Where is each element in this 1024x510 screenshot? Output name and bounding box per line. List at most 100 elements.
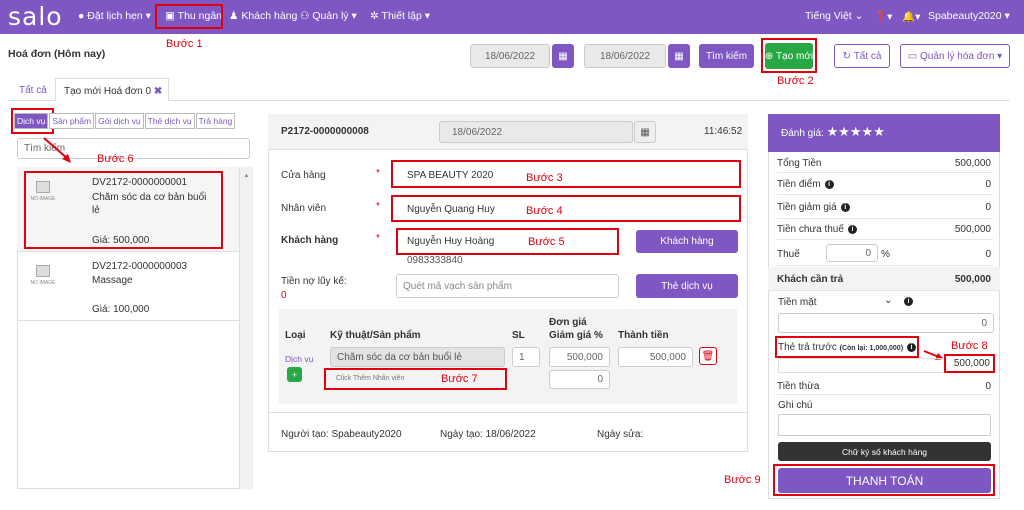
tab-returns[interactable]: Trả hàng xyxy=(195,113,236,129)
nav-customers[interactable]: ♟ Khách hàng xyxy=(229,10,297,22)
cash-input[interactable]: 0 xyxy=(778,313,994,333)
nav-management[interactable]: ⚇ Quản lý ▾ xyxy=(300,10,357,22)
debt-value: 0 xyxy=(281,290,287,301)
language-selector[interactable]: Tiếng Việt ⌄ xyxy=(805,10,863,22)
service-card-button[interactable]: Thẻ dịch vụ xyxy=(636,274,738,298)
no-image-icon: NO IMAGE xyxy=(30,181,56,211)
help-menu[interactable]: ❓▾ xyxy=(874,10,892,23)
pay-button[interactable]: THANH TOÁN xyxy=(778,468,991,493)
calendar-icon[interactable]: ▦ xyxy=(552,44,574,68)
staff-select[interactable]: Nguyễn Quang Huy xyxy=(407,204,495,215)
date-to-input[interactable]: 18/06/2022 xyxy=(584,44,666,68)
tab-services[interactable]: Dịch vụ xyxy=(14,113,49,129)
list-scrollbar[interactable]: ▲ xyxy=(239,167,253,489)
required-mark: * xyxy=(376,168,380,179)
col-tech: Kỹ thuật/Sản phẩm xyxy=(330,330,421,341)
cash-label: Tiền mặt xyxy=(778,297,817,308)
all-invoices-button[interactable]: ↻ Tất cả xyxy=(834,44,890,68)
left-tabs: Dịch vụ Sản phẩm Gói dịch vụ Thẻ dịch vụ… xyxy=(14,113,236,129)
note-textarea[interactable] xyxy=(778,414,991,436)
new-invoice-button[interactable]: ⊕ Tạo mới xyxy=(765,43,813,69)
col-type: Loại xyxy=(285,330,306,341)
step6-arrow xyxy=(43,137,71,163)
no-image-icon: NO IMAGE xyxy=(30,265,56,295)
nav-settings[interactable]: ✲ Thiết lập ▾ xyxy=(370,10,430,22)
cogs-icon: ✲ xyxy=(370,10,379,22)
star-icons[interactable]: ★★★★★ xyxy=(827,124,885,139)
change-row: Tiền thừa 0 xyxy=(777,376,993,395)
info-icon: i xyxy=(824,179,834,189)
discount-row: Tiền giảm giá i 0 xyxy=(777,197,993,219)
tab-service-packages[interactable]: Gói dịch vụ xyxy=(95,113,144,129)
signature-button[interactable]: Chữ ký số khách hàng xyxy=(778,442,991,461)
row-unit-price-input[interactable]: 500,000 xyxy=(549,347,610,367)
add-staff-field[interactable]: Click Thêm Nhân viên xyxy=(336,375,404,382)
row-total: 500,000 xyxy=(618,347,693,367)
info-icon: i xyxy=(904,297,913,306)
customer-phone: 0983333840 xyxy=(407,255,463,266)
store-label: Cửa hàng xyxy=(281,170,326,181)
invoice-date-input[interactable]: 18/06/2022 xyxy=(439,121,633,143)
prepaid-label: Thẻ trả trước (Còn lại: 1,000,000) i xyxy=(778,342,917,353)
users-icon: ⚇ xyxy=(300,10,310,22)
step6-label: Bước 6 xyxy=(97,153,134,165)
step2-label: Bước 2 xyxy=(777,75,814,87)
footer-divider xyxy=(268,412,748,413)
top-navbar xyxy=(0,0,1024,34)
invoice-time: 11:46:52 xyxy=(704,126,743,137)
col-unit-price: Đơn giá xyxy=(549,317,587,328)
calendar-icon[interactable]: ▦ xyxy=(668,44,690,68)
service-price: Giá: 500,000 xyxy=(92,235,150,246)
salo-logo[interactable]: salo xyxy=(8,2,63,31)
account-menu[interactable]: Spabeauty2020 ▾ xyxy=(928,10,1010,22)
step3-label: Bước 3 xyxy=(526,172,563,184)
customer-label: Khách hàng xyxy=(281,235,339,246)
row-qty-input[interactable]: 1 xyxy=(512,347,540,367)
notification-menu[interactable]: 🔔▾ xyxy=(902,10,920,23)
tab-service-cards[interactable]: Thẻ dịch vụ xyxy=(144,113,195,129)
calendar-icon[interactable]: ▦ xyxy=(634,121,656,143)
pretax-row: Tiền chưa thuế i 500,000 xyxy=(777,220,993,240)
step9-label: Bước 9 xyxy=(724,474,761,486)
prepaid-input[interactable]: 500,000 xyxy=(944,354,995,373)
bell-icon: 🔔 xyxy=(902,11,916,23)
tab-all[interactable]: Tất cả xyxy=(19,85,47,96)
customer-button[interactable]: Khách hàng xyxy=(636,230,738,253)
help-icon: ❓ xyxy=(874,11,888,23)
customer-select[interactable]: Nguyễn Huy Hoàng xyxy=(407,236,494,247)
service-code: DV2172-0000000001 xyxy=(92,177,188,188)
add-staff-plus-icon[interactable]: + xyxy=(287,367,302,382)
tab-new-invoice[interactable]: Tạo mới Hoá đơn 0 ✖ xyxy=(55,78,169,101)
trash-icon[interactable]: 🗑 xyxy=(699,347,717,365)
row-discount-input[interactable]: 0 xyxy=(549,370,610,389)
col-discount: Giảm giá % xyxy=(549,330,603,341)
rating[interactable]: Đánh giá: ★★★★★ xyxy=(781,124,885,140)
cash-dropdown[interactable]: ⌄ xyxy=(884,295,892,306)
payable-row: Khách cần trả 500,000 xyxy=(768,267,1000,291)
service-code: DV2172-0000000003 xyxy=(92,261,188,272)
date-from-input[interactable]: 18/06/2022 xyxy=(470,44,550,68)
store-select[interactable]: SPA BEAUTY 2020 xyxy=(407,170,493,181)
nav-appointment[interactable]: ● Đặt lịch hẹn ▾ xyxy=(78,10,151,22)
user-icon: ♟ xyxy=(229,10,239,22)
step1-highlight xyxy=(155,4,223,29)
barcode-input[interactable]: Quét mã vạch sản phẩm xyxy=(396,274,619,298)
col-qty: SL xyxy=(512,330,525,341)
step5-label: Bước 5 xyxy=(528,236,565,248)
total-row: Tổng Tiền 500,000 xyxy=(777,155,993,173)
info-icon: i xyxy=(907,342,917,352)
row-product: Chăm sóc da cơ bản buổi lẻ xyxy=(330,347,505,367)
window-icon: ▭ xyxy=(907,50,918,62)
page-title: Hoá đơn (Hôm nay) xyxy=(8,48,106,60)
tab-products[interactable]: Sản phẩm xyxy=(49,113,95,129)
chevron-down-icon: ⌄ xyxy=(854,10,864,22)
search-button[interactable]: Tìm kiếm xyxy=(699,44,754,68)
manage-invoices-dropdown[interactable]: ▭ Quản lý hóa đơn ▾ xyxy=(900,44,1010,68)
required-mark: * xyxy=(376,201,380,212)
info-icon: i xyxy=(847,224,857,234)
note-label: Ghi chú xyxy=(778,400,813,411)
tax-percent-input[interactable]: 0 xyxy=(826,244,878,262)
staff-label: Nhân viên xyxy=(281,203,327,214)
step4-label: Bước 4 xyxy=(526,205,563,217)
close-icon[interactable]: ✖ xyxy=(154,86,162,97)
